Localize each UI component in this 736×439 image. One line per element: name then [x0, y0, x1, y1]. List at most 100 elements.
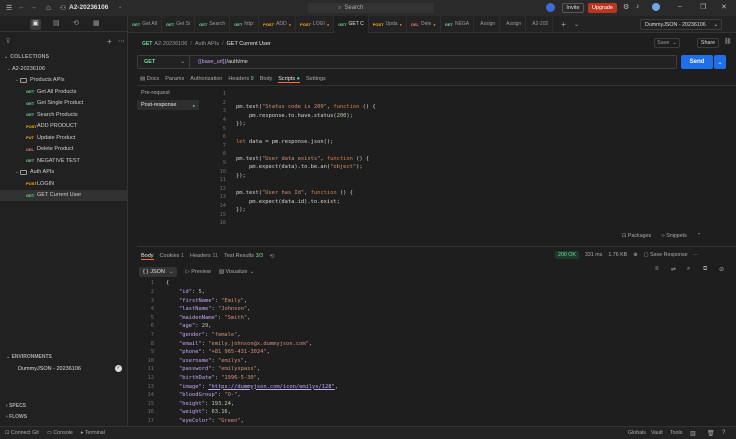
tab-response-body[interactable]: Body [141, 253, 154, 260]
sidebar-request-item[interactable]: GET Search Products [0, 109, 128, 121]
workspace-name[interactable]: A2-20236106 [69, 4, 108, 11]
sidebar-request-item[interactable]: POST LOGIN [0, 178, 128, 190]
tab-request[interactable]: POST Upda ● [369, 15, 407, 33]
layout-icon[interactable]: ▥ [690, 430, 696, 437]
tab-request[interactable]: A2-202 [526, 15, 554, 33]
tab-request[interactable]: GET NEGA [441, 15, 475, 33]
bell-icon[interactable]: ♪ [636, 3, 640, 10]
apps-icon[interactable]: ▦ [93, 19, 100, 27]
sidebar-request-item[interactable]: GET Get All Products [0, 86, 128, 98]
collections-heading[interactable]: ⌄ COLLECTIONS [4, 54, 49, 60]
packages-button[interactable]: ⊡ Packages [622, 233, 651, 239]
add-collection-icon[interactable]: + [107, 37, 112, 46]
globals-button[interactable]: Globals [628, 430, 646, 436]
filter-icon[interactable]: ≡ [655, 266, 659, 272]
tab-request[interactable]: DEL Dele ● [407, 15, 441, 33]
snippets-button[interactable]: ‹› Snippets [661, 233, 687, 239]
tab-request[interactable]: POST ADD ● [259, 15, 297, 33]
response-body[interactable]: 1 2 3 4 5 6 7 8 9 10 11 12 13 14 15 16 17 { "id": 5, "fi… [138, 280, 728, 425]
profile-avatar[interactable] [652, 3, 660, 11]
page-title[interactable]: GET Current User [227, 41, 271, 47]
tab-request[interactable]: GET Get Si [162, 15, 196, 33]
tab-cookies[interactable]: Cookies 1 [160, 253, 184, 259]
url-field[interactable]: GET ⌄ {{base_url}} /auth/me [137, 55, 677, 69]
environment-select[interactable]: DummyJSON - 20236106 ⌄ [640, 19, 722, 30]
script-tab-post-response[interactable]: Post-response ● [137, 100, 199, 110]
tab-request[interactable]: GET http: [230, 15, 260, 33]
collapse-icon[interactable]: ⌃ [697, 233, 701, 239]
settings-icon[interactable]: ⚙ [623, 3, 629, 11]
script-code[interactable]: pm.test("Status code is 200", function (… [230, 103, 376, 215]
terminal-button[interactable]: ▸ Terminal [81, 430, 105, 436]
connect-git-button[interactable]: ⊡ Connect Git [5, 430, 39, 436]
search-input[interactable]: ⌕ Search [308, 3, 434, 13]
globe-icon[interactable]: ⊕ [633, 252, 637, 258]
vault-button[interactable]: Vault [651, 430, 663, 436]
tab-request[interactable]: GET Search [195, 15, 231, 33]
avatar[interactable] [546, 3, 555, 12]
folder-auth[interactable]: ⌄ Auth APIs [0, 167, 128, 179]
script-tab-pre-request[interactable]: Pre-request [141, 90, 170, 96]
search-icon[interactable]: ⌕ [687, 266, 690, 273]
environment-item[interactable]: DummyJSON - 20236106 ✓ [0, 363, 128, 375]
console-button[interactable]: ▭ Console [47, 430, 73, 436]
history-icon[interactable]: ⟲ [269, 253, 274, 260]
tab-request[interactable]: GET Get All [128, 15, 162, 33]
new-tab-icon[interactable]: + [561, 20, 566, 29]
share-button[interactable]: Share [697, 38, 719, 48]
tab-request[interactable]: Assign [474, 15, 501, 33]
hamburger-icon[interactable]: ☰ [6, 4, 12, 12]
tab-request[interactable]: Assign [500, 15, 527, 33]
preview-button[interactable]: ▷ Preview [185, 269, 210, 275]
status-badge[interactable]: 200 OK [555, 251, 579, 259]
response-size[interactable]: 1.76 KB [608, 252, 627, 258]
tools-button[interactable]: Tools [670, 430, 682, 436]
more-icon[interactable]: ⋯ [693, 252, 698, 258]
tab-scripts[interactable]: Scripts ● [278, 76, 300, 83]
maximize-icon[interactable]: ❐ [700, 3, 706, 11]
tabs-menu-icon[interactable]: ⌄ [574, 21, 579, 28]
folder-products[interactable]: ⌄ Products APIs [0, 75, 128, 87]
tab-authorization[interactable]: Authorization [190, 76, 222, 82]
response-json[interactable]: { "id": 5, "firstName": "Emily", "lastNa… [158, 280, 338, 425]
environments-heading[interactable]: ⌄ ENVIRONMENTS [6, 354, 52, 360]
invite-button[interactable]: Invite [562, 3, 584, 13]
sidebar-request-item[interactable]: DEL Delete Product [0, 144, 128, 156]
home-icon[interactable]: ⌂ [46, 3, 51, 12]
send-button[interactable]: Send [681, 55, 713, 69]
help-icon[interactable]: ? [722, 430, 725, 436]
tab-request[interactable]: POST LOGI ● [296, 15, 335, 33]
back-icon[interactable]: ← [18, 4, 25, 11]
tab-params[interactable]: Params [165, 76, 184, 82]
tab-headers[interactable]: Headers 9 [228, 76, 253, 82]
method-select[interactable]: GET ⌄ [138, 56, 190, 68]
link-icon[interactable]: ⛓ [724, 38, 732, 45]
response-time[interactable]: 331 ms [585, 252, 602, 258]
specs-heading[interactable]: › SPECS [6, 403, 26, 409]
trash-icon[interactable]: 🗑 [707, 430, 715, 437]
upgrade-button[interactable]: Upgrade [588, 3, 617, 13]
wrap-icon[interactable]: ⇌ [671, 266, 676, 273]
chevron-down-icon[interactable]: ⌄ [118, 4, 122, 10]
environments-icon[interactable]: ▤ [53, 19, 60, 27]
filter-icon[interactable]: ⊽ [6, 38, 10, 45]
minimize-icon[interactable]: – [678, 3, 682, 10]
tab-response-headers[interactable]: Headers 11 [190, 253, 218, 259]
flows-heading[interactable]: › FLOWS [6, 414, 27, 420]
sidebar-request-item[interactable]: POST ADD PRODUCT [0, 121, 128, 133]
close-icon[interactable]: ✕ [721, 3, 727, 11]
collection-item[interactable]: ⌄ A2-20236106 [0, 63, 128, 75]
send-options-icon[interactable]: ⌄ [714, 55, 726, 69]
save-response-button[interactable]: ▢ Save Response [644, 252, 688, 258]
more-options-icon[interactable]: ⋯ [118, 37, 125, 45]
tab-body[interactable]: Body [260, 76, 273, 82]
collections-icon[interactable]: ▣ [30, 19, 41, 30]
script-editor[interactable]: 1 2 3 4 5 6 7 8 9 10 11 12 13 14 15 16 pm.test("Status … [210, 88, 730, 230]
history-icon[interactable]: ⟲ [73, 19, 79, 27]
tab-settings[interactable]: Settings [306, 76, 326, 82]
clear-icon[interactable]: ⊘ [719, 266, 724, 273]
sidebar-request-item[interactable]: GET Get Single Product [0, 98, 128, 110]
tab-test-results[interactable]: Test Results 3/3 [224, 253, 263, 259]
format-select[interactable]: { } JSON ⌄ [139, 266, 178, 277]
tab-request[interactable]: GET GET C [334, 15, 369, 33]
